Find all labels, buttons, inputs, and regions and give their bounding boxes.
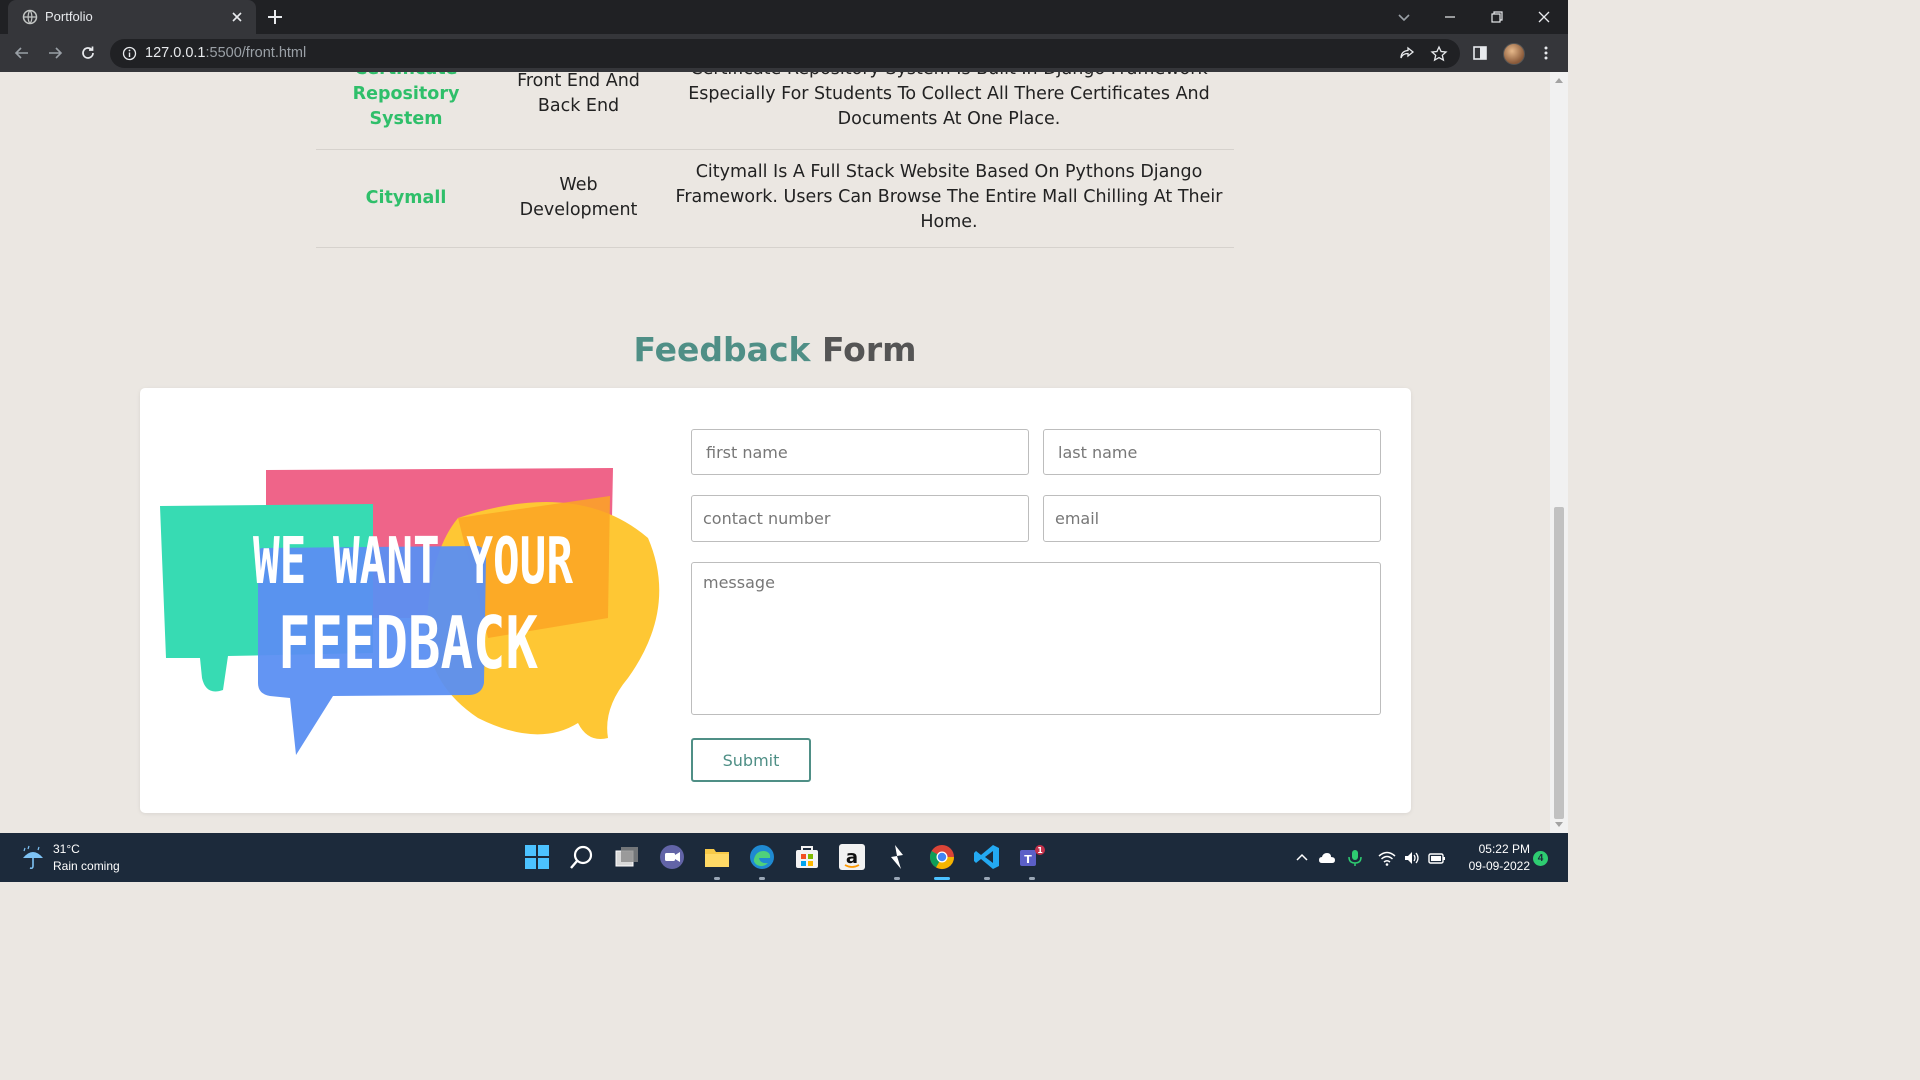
project-type: Web Development [519, 175, 638, 220]
tab-search-chevron-icon[interactable] [1395, 8, 1413, 26]
feedback-illustration: WE WANT YOUR FEEDBACK [160, 468, 660, 755]
illustration-line1: WE WANT YOUR [253, 525, 573, 599]
browser-toolbar: 127.0.0.1:5500/front.html [0, 34, 1568, 72]
onedrive-cloud-icon[interactable] [1318, 849, 1336, 867]
weather-temperature[interactable]: 31°C [53, 842, 80, 856]
tab-portfolio[interactable]: Portfolio [8, 0, 256, 34]
scrollbar-thumb[interactable] [1554, 507, 1564, 819]
clock-date[interactable]: 09-09-2022 [1456, 859, 1530, 873]
teams-icon[interactable]: T 1 [1018, 843, 1046, 871]
table-row: Citymall Web Development Citymall Is A F… [316, 150, 1234, 248]
table-row: Certificate Repository System Front End … [316, 72, 1234, 150]
heading-rest-word: Form [821, 330, 917, 369]
profile-avatar[interactable] [1503, 43, 1525, 65]
running-indicator [1029, 877, 1035, 880]
wifi-icon[interactable] [1378, 849, 1396, 867]
project-description: Citymall Is A Full Stack Website Based O… [675, 162, 1223, 232]
page-scrollbar[interactable] [1550, 72, 1568, 833]
close-window-icon[interactable] [1535, 8, 1553, 26]
project-name: Certificate Repository System [352, 72, 460, 129]
minimize-icon[interactable] [1441, 8, 1459, 26]
project-name: Citymall [365, 188, 447, 208]
battery-icon[interactable] [1428, 849, 1446, 867]
back-icon[interactable] [13, 44, 31, 62]
weather-description[interactable]: Rain coming [53, 859, 120, 873]
email-field[interactable] [1043, 495, 1381, 542]
running-indicator [984, 877, 990, 880]
projects-table: Certificate Repository System Front End … [316, 72, 1234, 248]
scroll-up-arrow-icon[interactable] [1555, 78, 1563, 83]
illustration-line2: FEEDBACK [278, 601, 538, 685]
chevron-up-icon[interactable] [1293, 849, 1311, 867]
globe-icon [22, 9, 38, 25]
svg-text:T: T [1024, 853, 1032, 866]
reload-icon[interactable] [79, 44, 97, 62]
share-icon[interactable] [1398, 45, 1416, 63]
contact-number-field[interactable] [691, 495, 1029, 542]
microsoft-store-icon[interactable] [793, 843, 821, 871]
amazon-icon[interactable]: a [838, 843, 866, 871]
url-path: :5500/front.html [205, 45, 307, 61]
clock-time[interactable]: 05:22 PM [1466, 842, 1530, 856]
edge-browser-icon[interactable] [748, 843, 776, 871]
tab-title: Portfolio [45, 9, 93, 24]
volume-icon[interactable] [1403, 849, 1421, 867]
heading-accent-word: Feedback [633, 330, 811, 369]
project-type: Front End And Back End [517, 72, 640, 116]
new-tab-icon[interactable] [266, 8, 284, 26]
rain-umbrella-icon[interactable] [20, 845, 46, 871]
os-taskbar: 31°C Rain coming a T 1 05:22 PM 09-09-20… [0, 833, 1568, 882]
side-panel-icon[interactable] [1471, 44, 1489, 62]
site-info-icon[interactable] [122, 46, 137, 61]
svg-text:a: a [846, 847, 858, 868]
forward-icon[interactable] [46, 44, 64, 62]
running-indicator [894, 877, 900, 880]
address-bar[interactable]: 127.0.0.1:5500/front.html [110, 39, 1460, 68]
app-lightning-icon[interactable] [883, 843, 911, 871]
bookmark-star-icon[interactable] [1430, 45, 1448, 63]
notification-count-badge[interactable]: 4 [1533, 851, 1548, 866]
menu-kebab-icon[interactable] [1537, 44, 1555, 62]
running-indicator [714, 877, 720, 880]
page-viewport: Certificate Repository System Front End … [0, 72, 1550, 833]
chrome-icon[interactable] [928, 843, 956, 871]
last-name-field[interactable] [1043, 429, 1381, 475]
vscode-icon[interactable] [973, 843, 1001, 871]
teams-badge-count: 1 [1037, 846, 1043, 855]
restore-icon[interactable] [1488, 8, 1506, 26]
message-field[interactable] [691, 562, 1381, 715]
windows-start-icon[interactable] [523, 843, 551, 871]
url-text[interactable]: 127.0.0.1:5500/front.html [145, 45, 306, 61]
running-indicator [759, 877, 765, 880]
running-indicator-active [934, 877, 950, 880]
search-icon[interactable] [568, 843, 596, 871]
teams-chat-icon[interactable] [658, 843, 686, 871]
microphone-icon[interactable] [1346, 849, 1364, 867]
browser-tab-strip: Portfolio [0, 0, 1568, 34]
feedback-heading: Feedback Form [0, 330, 1550, 369]
scroll-down-arrow-icon[interactable] [1555, 822, 1563, 827]
project-description: Certificate Repository System Is Built I… [688, 72, 1210, 129]
feedback-card: WE WANT YOUR FEEDBACK Submit [140, 388, 1411, 813]
close-tab-icon[interactable] [229, 9, 245, 25]
url-host: 127.0.0.1 [145, 45, 206, 61]
first-name-field[interactable] [691, 429, 1029, 475]
submit-button[interactable]: Submit [691, 738, 811, 782]
task-view-icon[interactable] [613, 843, 641, 871]
file-explorer-icon[interactable] [703, 843, 731, 871]
